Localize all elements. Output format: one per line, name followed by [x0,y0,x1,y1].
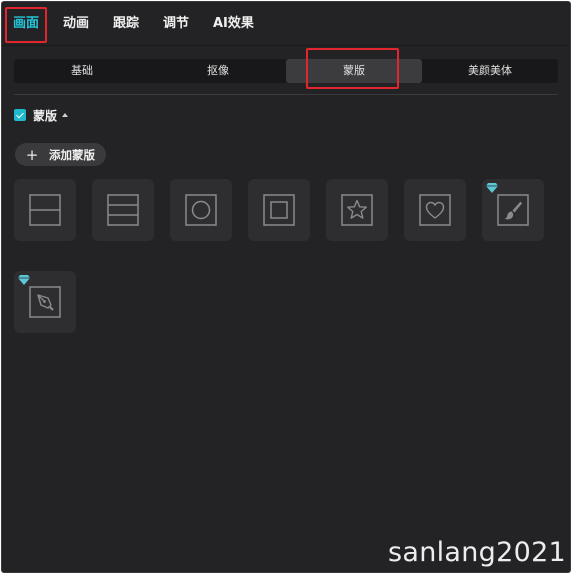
sub-tab-beauty[interactable]: 美颜美体 [422,59,558,83]
brush-icon [497,194,529,226]
tab-picture[interactable]: 画面 [13,16,39,32]
mask-section-title: 蒙版 [33,108,58,123]
circle-icon [185,194,217,226]
split-line-icon [29,194,61,226]
tab-ai-effects[interactable]: AI效果 [213,16,254,32]
tab-tracking[interactable]: 跟踪 [113,16,139,32]
sub-tab-bar: 基础 抠像 蒙版 美颜美体 [14,59,558,83]
add-mask-label: 添加蒙版 [49,147,95,162]
add-mask-button[interactable]: + 添加蒙版 [15,143,106,166]
mask-enable-checkbox[interactable] [14,109,26,121]
mask-tile-pen[interactable] [14,271,76,333]
collapse-caret-icon[interactable] [62,113,69,117]
tab-animation[interactable]: 动画 [63,16,89,32]
premium-diamond-icon [18,275,30,285]
divider [14,94,558,95]
watermark: sanlang2021 [388,537,567,568]
mask-section-header: 蒙版 [14,107,69,123]
top-tab-bar: 画面 动画 跟踪 调节 AI效果 [2,2,570,46]
rectangle-icon [263,194,295,226]
sub-tab-mask[interactable]: 蒙版 [286,59,422,83]
pen-icon [29,286,61,318]
sub-tab-cutout[interactable]: 抠像 [150,59,286,83]
plus-icon: + [25,145,39,164]
premium-diamond-icon [486,183,498,193]
heart-icon [419,194,451,226]
mask-tile-brush[interactable] [482,179,544,241]
mask-tile-rectangle[interactable] [248,179,310,241]
tab-adjust[interactable]: 调节 [163,16,189,32]
mask-tile-mirror[interactable] [92,179,154,241]
mask-tile-heart[interactable] [404,179,466,241]
sub-tab-basic[interactable]: 基础 [14,59,150,83]
star-icon [341,194,373,226]
mask-panel: 画面 动画 跟踪 调节 AI效果 基础 抠像 蒙版 美颜美体 蒙版 + 添加蒙版 [1,1,571,573]
mask-tile-split-line[interactable] [14,179,76,241]
mask-tile-circle[interactable] [170,179,232,241]
mask-tile-star[interactable] [326,179,388,241]
mirror-icon [107,194,139,226]
